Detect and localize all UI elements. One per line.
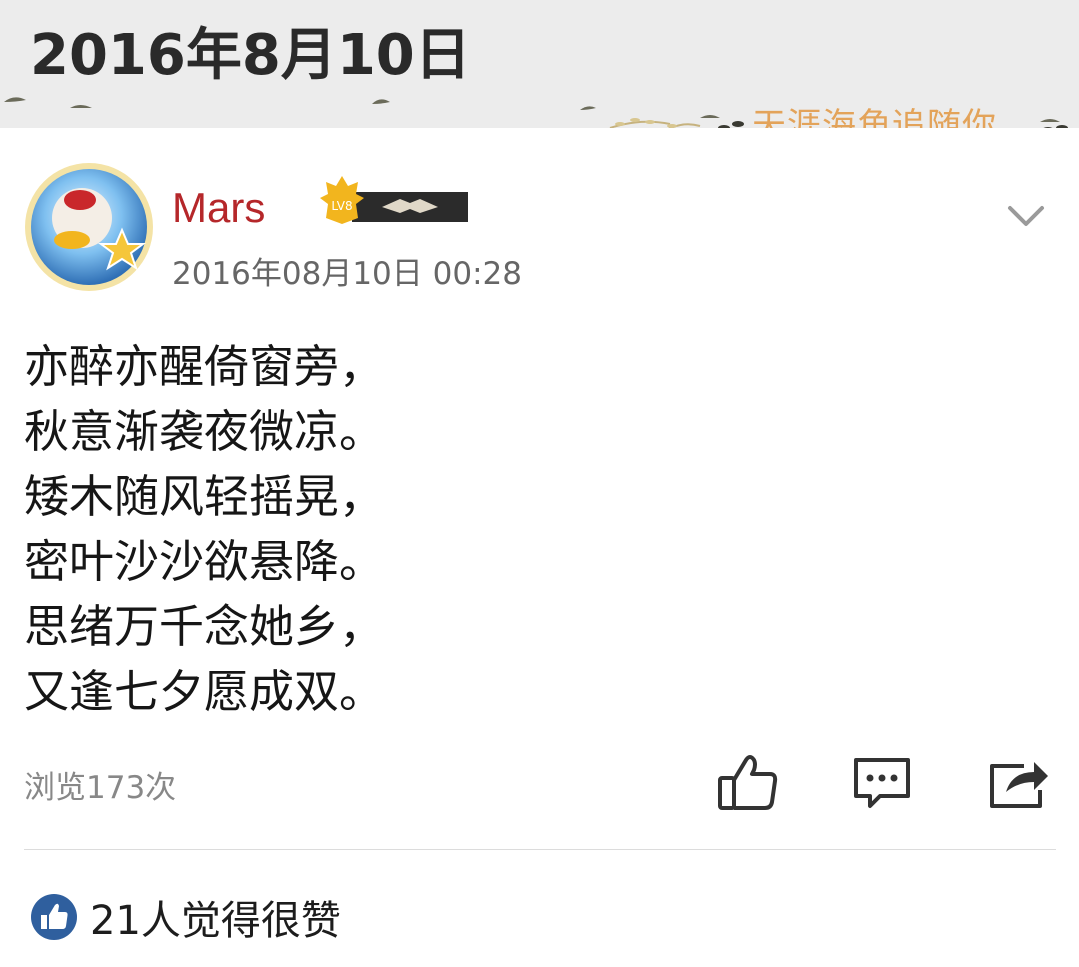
comment-icon[interactable] [850,752,914,812]
post-content: 亦醉亦醒倚窗旁， 秋意渐袭夜微凉。 矮木随风轻摇晃， 密叶沙沙欲悬降。 思绪万千… [24,334,384,724]
level-badge-icon: LV8 [320,176,468,224]
chevron-down-icon[interactable] [1004,196,1048,236]
share-icon[interactable] [986,752,1050,812]
likes-summary[interactable]: 21人觉得很赞 [30,890,341,944]
date-title: 2016年8月10日 [30,23,471,88]
view-count: 浏览173次 [24,770,177,806]
divider [24,849,1056,850]
poem-line: 密叶沙沙欲悬降。 [24,535,385,588]
poem-line: 思绪万千念她乡， [24,600,385,653]
poem-line: 亦醉亦醒倚窗旁， [24,340,385,393]
avatar[interactable] [22,160,156,294]
likes-summary-text: 21人觉得很赞 [90,898,341,944]
level-badge-label: LV8 [331,199,352,213]
author-name[interactable]: Mars [172,184,265,232]
poem-line: 矮木随风轻摇晃， [24,470,385,523]
thumbs-up-icon[interactable] [716,752,780,812]
thumbs-up-badge-icon [31,894,77,940]
poem-line: 又逢七夕愿成双。 [24,665,385,718]
post-timestamp: 2016年08月10日 00:28 [172,256,522,292]
poem-line: 秋意渐袭夜微凉。 [24,405,385,458]
